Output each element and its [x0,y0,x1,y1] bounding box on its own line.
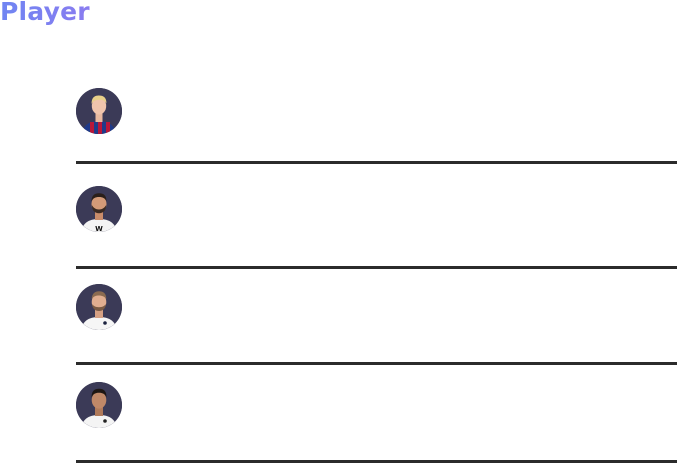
row-divider [76,362,677,365]
svg-text:W: W [95,225,103,232]
player-avatar[interactable] [76,88,122,134]
row-divider [76,266,677,269]
row-divider [76,460,677,463]
row-divider [76,161,677,164]
player-avatar[interactable]: W [76,186,122,232]
player-photo-icon [76,284,122,330]
player-avatar[interactable] [76,382,122,428]
player-list: W [76,0,677,464]
player-photo-icon [76,88,122,134]
player-photo-icon: W [76,186,122,232]
player-avatar[interactable] [76,284,122,330]
player-photo-icon [76,382,122,428]
